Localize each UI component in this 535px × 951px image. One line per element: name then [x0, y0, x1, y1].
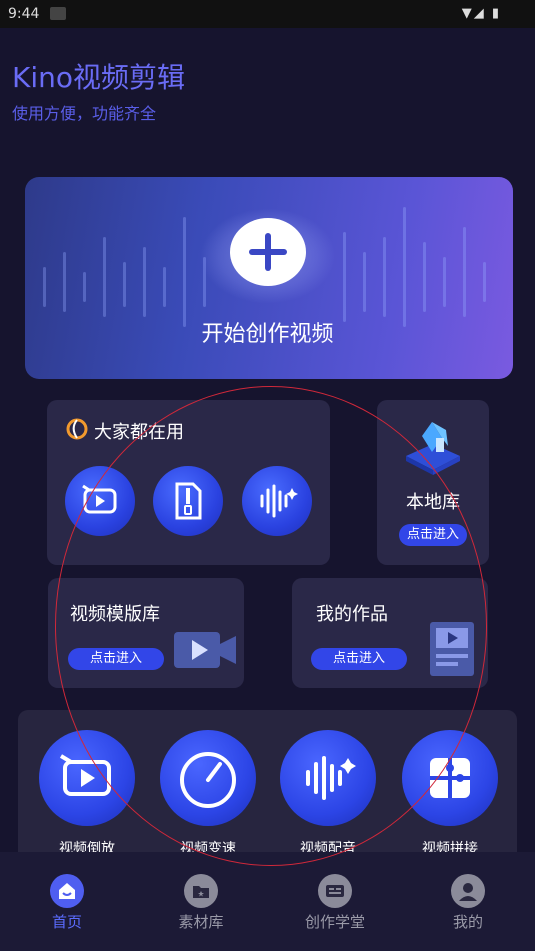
- tool-dubbing-button[interactable]: [280, 730, 376, 826]
- video-reverse-icon: [59, 754, 111, 796]
- video-reverse-icon: [82, 484, 117, 514]
- status-icons: ▼◢ ▮: [461, 6, 501, 21]
- my-works-enter-button[interactable]: 点击进入: [311, 648, 407, 670]
- template-library-title: 视频模版库: [70, 604, 160, 625]
- local-library-icon: [406, 422, 460, 475]
- popular-video-reverse-button[interactable]: [65, 466, 135, 536]
- document-icon: [430, 622, 474, 676]
- folder-icon[interactable]: [184, 874, 218, 908]
- popular-compress-button[interactable]: [153, 466, 223, 536]
- template-library-enter-button[interactable]: 点击进入: [68, 648, 164, 670]
- local-library-enter-button[interactable]: 点击进入: [399, 524, 467, 546]
- zip-file-icon: [175, 482, 202, 520]
- notification-icon: [50, 7, 66, 20]
- status-bar: [0, 0, 535, 28]
- tab-mine-label[interactable]: 我的: [418, 911, 518, 932]
- speedometer-icon: [180, 752, 236, 808]
- audio-wave-icon: [260, 484, 298, 518]
- my-works-title: 我的作品: [316, 604, 388, 625]
- tool-merge-button[interactable]: [402, 730, 498, 826]
- user-icon[interactable]: [451, 874, 485, 908]
- puzzle-icon: [430, 758, 470, 798]
- tab-academy-label[interactable]: 创作学堂: [285, 911, 385, 932]
- flame-icon: [66, 418, 88, 440]
- audio-wave-icon: [306, 756, 356, 800]
- tool-video-reverse-button[interactable]: [39, 730, 135, 826]
- app-subtitle: 使用方便，功能齐全: [12, 104, 157, 123]
- plus-icon-v: [265, 233, 271, 271]
- tool-speed-button[interactable]: [160, 730, 256, 826]
- popular-audio-button[interactable]: [242, 466, 312, 536]
- status-time: 9:44: [8, 6, 40, 22]
- card-icon[interactable]: [318, 874, 352, 908]
- start-creating-label: 开始创作视频: [201, 322, 334, 347]
- tab-materials-label[interactable]: 素材库: [151, 911, 251, 932]
- app-title: Kino视频剪辑: [12, 61, 186, 94]
- tab-home-label[interactable]: 首页: [17, 911, 117, 932]
- popular-tools-title: 大家都在用: [94, 422, 184, 443]
- home-icon[interactable]: [50, 874, 84, 908]
- local-library-title: 本地库: [406, 492, 460, 513]
- video-camera-icon: [174, 632, 236, 668]
